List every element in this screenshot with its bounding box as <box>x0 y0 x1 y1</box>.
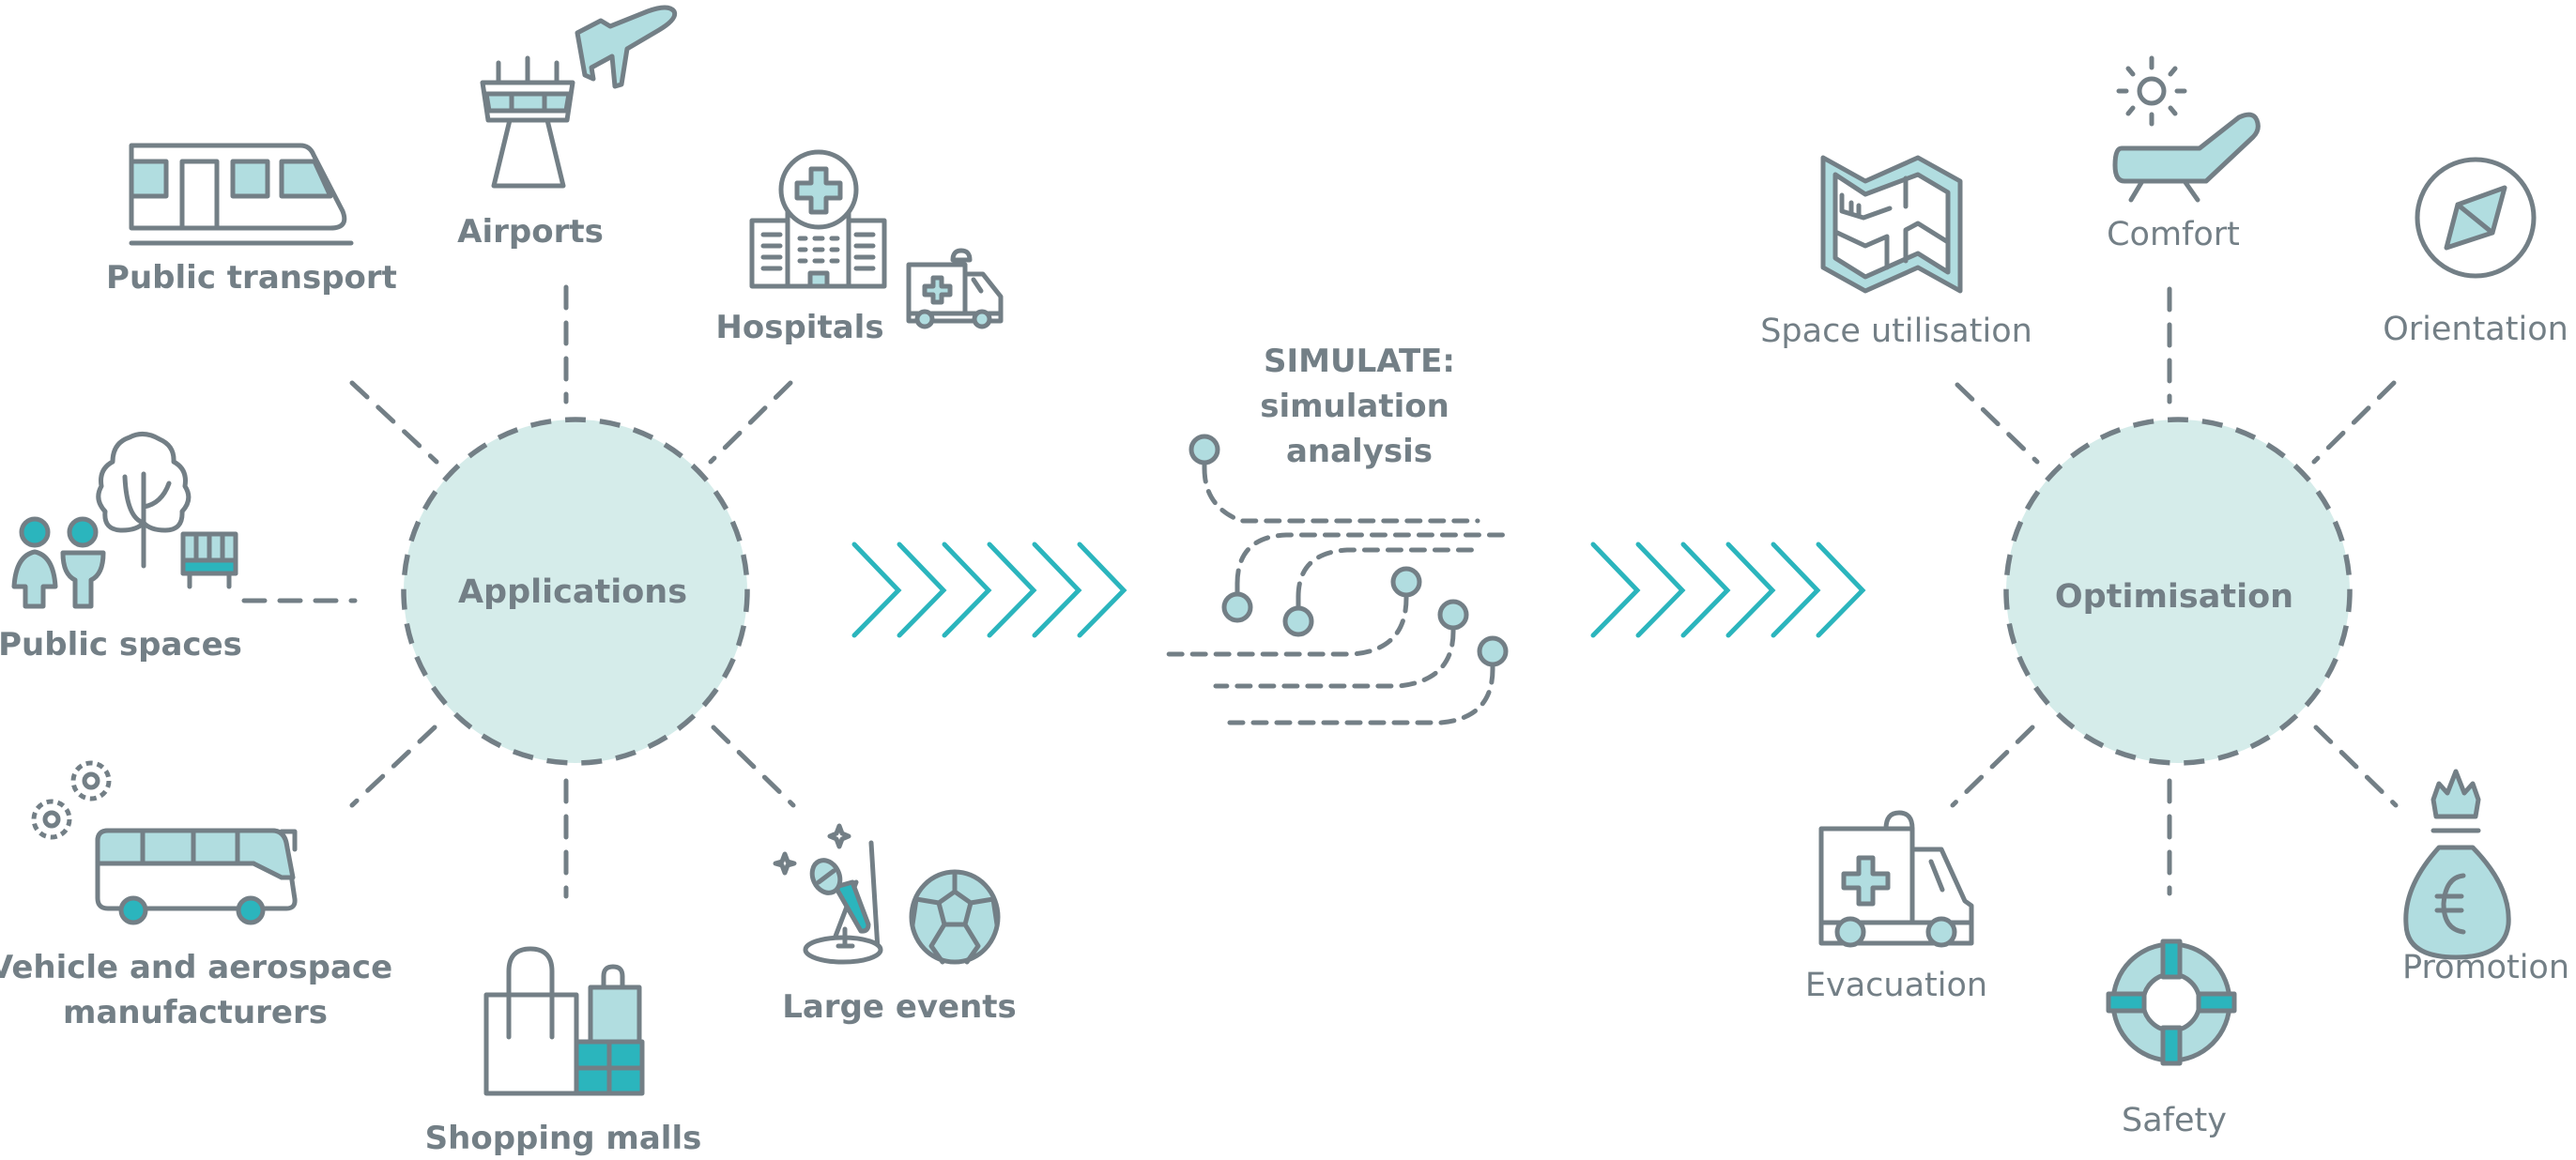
optimisation-cluster: Optimisation <box>1950 286 2399 896</box>
chevron-right-icon <box>1816 542 1866 638</box>
process-diagram: Applications Public transport Airports H… <box>0 5 2569 1157</box>
sun-lounger-icon <box>2112 112 2261 203</box>
optimisation-hub-label: Optimisation <box>2055 578 2293 616</box>
lifebuoy-icon <box>2106 939 2237 1066</box>
evacuation-item: Evacuation <box>1805 810 1987 1004</box>
hospitals-item: Hospitals <box>715 149 1004 346</box>
train-icon <box>129 143 354 246</box>
large-events-label: Large events <box>782 988 1017 1026</box>
applications-hub-label: Applications <box>458 573 687 611</box>
evacuation-label: Evacuation <box>1805 967 1987 1004</box>
public-spaces-label: Public spaces <box>0 626 242 664</box>
chevron-right-icon <box>1725 542 1776 638</box>
public-transport-label: Public transport <box>106 259 397 297</box>
airports-item: Airports <box>457 5 678 251</box>
airports-label: Airports <box>457 213 604 251</box>
simulate-title: SIMULATE: <box>1264 343 1455 380</box>
orientation-item: Orientation <box>2383 157 2568 348</box>
hospital-building-icon <box>749 149 887 289</box>
chevron-right-icon <box>1771 542 1821 638</box>
ambulance-icon <box>906 248 1004 329</box>
airplane-icon <box>575 5 678 89</box>
applications-cluster: Applications <box>241 284 796 899</box>
spoke-large-events <box>711 725 796 808</box>
shopping-malls-label: Shopping malls <box>425 1120 702 1157</box>
simulate-line-2: analysis <box>1286 433 1433 470</box>
chevron-right-icon <box>1635 542 1686 638</box>
microphone-spotlight-icon <box>773 823 883 965</box>
chevron-right-icon <box>987 542 1037 638</box>
vehicle-aerospace-label-line-1: Vehicle and aerospace <box>0 949 392 986</box>
sun-icon <box>2116 55 2187 127</box>
spoke-evacuation <box>1950 725 2035 808</box>
safety-item: Safety <box>2106 939 2237 1139</box>
space-utilisation-label: Space utilisation <box>1760 313 2032 350</box>
chevrons-right-icon <box>851 542 1127 638</box>
chevron-right-icon <box>942 542 992 638</box>
large-events-item: Large events <box>773 823 1017 1026</box>
simulate-line-1: simulation <box>1260 388 1449 425</box>
agent-paths-icon <box>1166 434 1514 725</box>
spoke-hospitals <box>708 380 793 465</box>
money-bag-euro-icon <box>2403 769 2511 960</box>
chevrons-right-icon <box>1590 542 1866 638</box>
safety-label: Safety <box>2122 1102 2227 1139</box>
control-tower-airplane-icon <box>480 5 678 189</box>
chevron-right-icon <box>851 542 902 638</box>
spoke-promotion <box>2313 725 2399 808</box>
hospitals-label: Hospitals <box>715 309 883 346</box>
vehicle-aerospace-item: Vehicle and aerospace manufacturers <box>0 760 392 1031</box>
chevron-right-icon <box>1077 542 1127 638</box>
chevron-right-icon <box>1032 542 1082 638</box>
comfort-item: Comfort <box>2107 55 2261 253</box>
spoke-orientation <box>2311 380 2397 465</box>
chevron-right-icon <box>1680 542 1731 638</box>
simulate-block: SIMULATE: simulation analysis <box>1166 343 1514 725</box>
chevron-right-icon <box>1590 542 1641 638</box>
spoke-vehicle <box>349 725 437 808</box>
map-icon <box>1820 155 1963 294</box>
compass-icon <box>2415 157 2537 279</box>
chevron-right-icon <box>897 542 947 638</box>
bus-icon <box>95 828 298 925</box>
comfort-label: Comfort <box>2107 216 2240 253</box>
gears-icon <box>31 760 112 840</box>
public-spaces-item: Public spaces <box>0 432 242 664</box>
promotion-label: Promotion <box>2402 949 2569 986</box>
public-transport-item: Public transport <box>106 143 397 297</box>
space-utilisation-item: Space utilisation <box>1760 155 2032 350</box>
ambulance-icon <box>1818 810 1974 948</box>
vehicle-aerospace-label-line-2: manufacturers <box>63 994 328 1031</box>
shopping-bags-icon <box>483 946 645 1096</box>
football-icon <box>909 869 1001 965</box>
promotion-item: Promotion <box>2402 769 2569 986</box>
orientation-label: Orientation <box>2383 311 2568 348</box>
people-tree-bench-icon <box>11 432 238 609</box>
shopping-malls-item: Shopping malls <box>425 946 702 1157</box>
spoke-space-utilisation <box>1955 382 2040 465</box>
spoke-public-transport <box>349 380 439 465</box>
